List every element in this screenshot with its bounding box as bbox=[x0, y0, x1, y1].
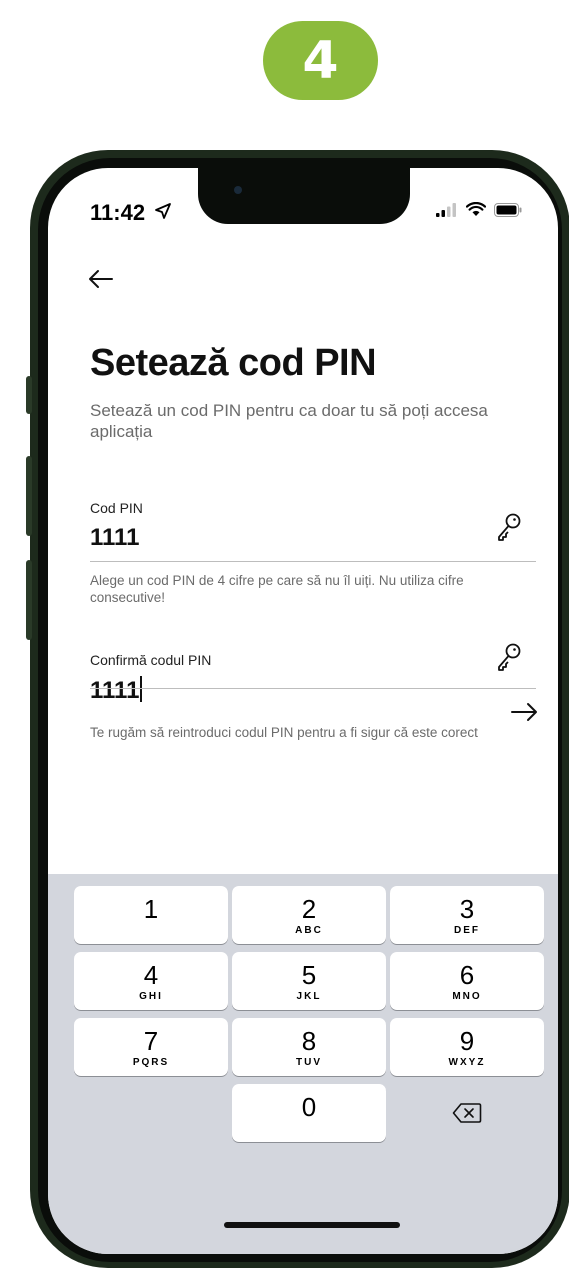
key-letters: ABC bbox=[295, 924, 323, 936]
key-letters: GHI bbox=[139, 990, 163, 1002]
pin-field-label: Cod PIN bbox=[90, 500, 143, 516]
side-button-volume-up bbox=[26, 456, 32, 536]
step-number-badge: 4 bbox=[263, 21, 378, 100]
key-digit: 8 bbox=[301, 1025, 317, 1056]
key-2[interactable]: 2 ABC bbox=[232, 886, 386, 944]
key-icon[interactable] bbox=[496, 642, 522, 672]
key-digit: 2 bbox=[301, 893, 317, 924]
confirm-input[interactable]: 1111 bbox=[90, 676, 143, 705]
wifi-icon bbox=[466, 202, 486, 216]
side-button-silent bbox=[26, 376, 32, 414]
next-arrow-icon[interactable] bbox=[508, 696, 540, 728]
confirm-field-label: Confirmă codul PIN bbox=[90, 652, 212, 668]
page-title: Setează cod PIN bbox=[90, 342, 377, 384]
key-8[interactable]: 8 TUV bbox=[232, 1018, 386, 1076]
key-digit: 1 bbox=[143, 893, 159, 924]
page-subtitle: Setează un cod PIN pentru ca doar tu să … bbox=[90, 401, 488, 441]
key-0[interactable]: 0 bbox=[232, 1084, 386, 1142]
confirm-input-value: 1111 bbox=[90, 677, 140, 704]
pin-field-helper: Alege un cod PIN de 4 cifre pe care să n… bbox=[90, 573, 464, 605]
numeric-keyboard: 1 2 ABC 3 DEF 4 GHI 5 JKL 6 MNO 7 PQRS 8 bbox=[48, 874, 558, 1254]
status-icons bbox=[436, 202, 522, 217]
status-time: 11:42 bbox=[90, 200, 146, 225]
key-9[interactable]: 9 WXYZ bbox=[390, 1018, 544, 1076]
delete-backspace-icon bbox=[452, 1103, 482, 1123]
key-letters: WXYZ bbox=[448, 1056, 486, 1068]
key-digit: 5 bbox=[301, 959, 317, 990]
key-letters: MNO bbox=[452, 990, 482, 1002]
key-5[interactable]: 5 JKL bbox=[232, 952, 386, 1010]
key-digit: 7 bbox=[143, 1025, 159, 1056]
key-4[interactable]: 4 GHI bbox=[74, 952, 228, 1010]
phone-screen: 11:42 Setează cod PIN Setează un cod PIN… bbox=[48, 168, 558, 1254]
notch bbox=[198, 168, 410, 224]
key-letters: JKL bbox=[296, 990, 322, 1002]
key-digit: 9 bbox=[459, 1025, 475, 1056]
confirm-field-helper: Te rugăm să reintroduci codul PIN pentru… bbox=[90, 725, 478, 740]
back-arrow-icon[interactable] bbox=[86, 264, 116, 294]
camera-dot bbox=[234, 186, 242, 194]
key-letters: DEF bbox=[454, 924, 480, 936]
location-arrow-icon bbox=[155, 203, 171, 219]
key-letters: TUV bbox=[296, 1056, 322, 1068]
key-icon[interactable] bbox=[496, 512, 522, 542]
battery-icon bbox=[494, 202, 522, 217]
key-digit: 4 bbox=[143, 959, 159, 990]
key-digit: 0 bbox=[301, 1091, 317, 1122]
key-digit: 3 bbox=[459, 893, 475, 924]
key-6[interactable]: 6 MNO bbox=[390, 952, 544, 1010]
key-letters: PQRS bbox=[132, 1056, 170, 1068]
delete-key[interactable] bbox=[390, 1084, 544, 1142]
pin-input[interactable]: 1111 bbox=[90, 524, 139, 552]
key-3[interactable]: 3 DEF bbox=[390, 886, 544, 944]
side-button-volume-down bbox=[26, 560, 32, 640]
home-indicator[interactable] bbox=[224, 1222, 400, 1228]
pin-field-underline bbox=[90, 561, 536, 562]
cellular-signal-icon bbox=[436, 202, 456, 217]
key-digit: 6 bbox=[459, 959, 475, 990]
text-caret bbox=[140, 676, 143, 702]
confirm-field-underline bbox=[90, 688, 536, 689]
key-7[interactable]: 7 PQRS bbox=[74, 1018, 228, 1076]
key-1[interactable]: 1 bbox=[74, 886, 228, 944]
